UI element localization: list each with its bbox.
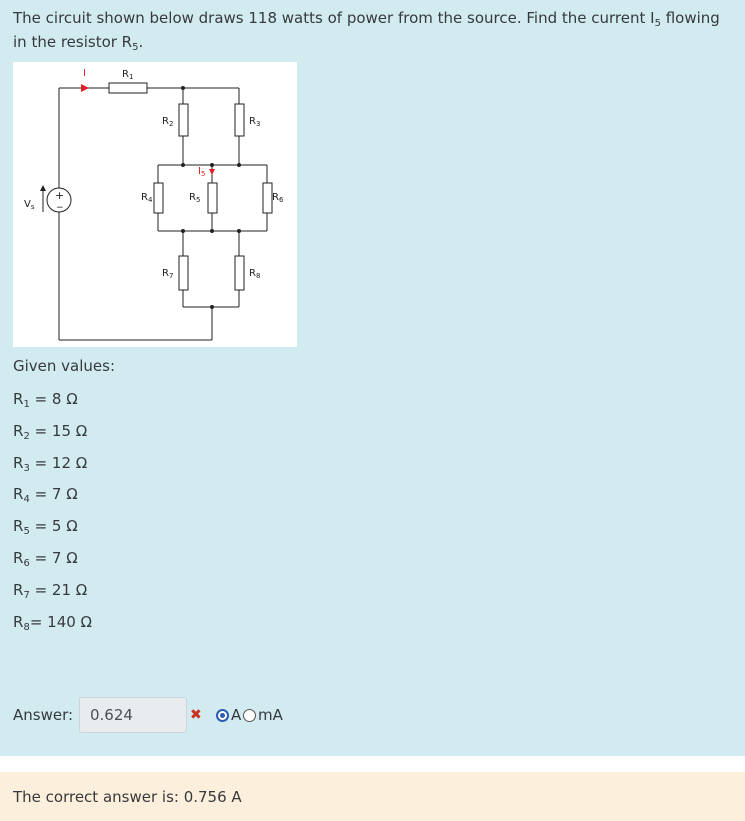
node — [181, 86, 185, 90]
given-value: R6 = 7 Ω — [13, 549, 78, 569]
node — [181, 229, 185, 233]
question-text: The circuit shown below draws 118 watts … — [13, 6, 735, 54]
correct-answer-text: The correct answer is: 0.756 A — [13, 788, 242, 806]
given-value-symbol: R — [13, 580, 24, 599]
unit-label: A — [231, 706, 242, 724]
source-minus: − — [56, 203, 64, 213]
given-value-symbol: R — [13, 485, 24, 504]
r6-label: R6 — [272, 192, 284, 204]
given-value: R8= 140 Ω — [13, 612, 93, 633]
r7-label: R7 — [162, 268, 173, 280]
r3-label: R3 — [249, 116, 260, 128]
r4-label: R4 — [141, 192, 153, 204]
given-value: R3 = 12 Ω — [13, 453, 88, 474]
resistor-r2 — [178, 103, 189, 137]
resistor-r7 — [178, 255, 189, 291]
given-value-text: = 5 Ω — [29, 517, 78, 536]
question-panel: The circuit shown below draws 118 watts … — [0, 0, 745, 756]
resistor-r4 — [153, 182, 164, 214]
given-value: R5 = 5 Ω — [13, 517, 78, 537]
given-value-text: = 7 Ω — [29, 485, 78, 504]
vs-arrow-head — [40, 185, 46, 191]
given-value: R2 = 15 Ω — [13, 421, 88, 442]
given-value-text: = 15 Ω — [29, 421, 88, 440]
unit-radio-ma[interactable]: mA — [243, 706, 283, 724]
answer-label: Answer: — [13, 706, 74, 724]
resistor-r6 — [262, 182, 273, 214]
circuit-svg: I R1 R2 R3 R4 R5 R6 R7 R8 I5 Vs + − — [24, 68, 284, 341]
r8-label: R8 — [249, 268, 260, 280]
radio-unselected-icon[interactable] — [243, 708, 256, 722]
r5-label: R5 — [189, 192, 200, 204]
resistor-r8 — [234, 255, 245, 291]
question-text-part: The circuit shown below draws 118 watts … — [13, 9, 655, 27]
node — [210, 305, 214, 309]
node — [210, 229, 214, 233]
given-value-symbol: R — [13, 390, 24, 408]
node — [237, 229, 241, 233]
given-value-text: = 12 Ω — [29, 453, 88, 472]
unit-radio-a[interactable]: A — [216, 706, 241, 724]
given-values-title: Given values: — [13, 357, 116, 375]
given-value-text: = 8 Ω — [29, 390, 78, 408]
question-text-part: . — [138, 33, 144, 51]
r1-label: R1 — [122, 69, 133, 81]
given-value-symbol: R — [13, 421, 24, 440]
node — [210, 163, 214, 167]
given-value: R7 = 21 Ω — [13, 580, 88, 601]
given-value-symbol: R — [13, 453, 24, 472]
current-i-label: I — [83, 68, 86, 79]
feedback-panel: The correct answer is: 0.756 A — [0, 772, 745, 821]
resistor-r1 — [108, 82, 148, 94]
node — [237, 163, 241, 167]
given-value-symbol: R — [13, 612, 24, 631]
given-value-text: = 7 Ω — [29, 549, 78, 567]
resistor-r5 — [207, 182, 218, 214]
vs-label: Vs — [24, 199, 35, 211]
i5-label: I5 — [198, 166, 205, 178]
given-value: R4 = 7 Ω — [13, 485, 78, 505]
node — [181, 163, 185, 167]
given-value-symbol: R — [13, 549, 24, 567]
given-value-text: = 21 Ω — [29, 580, 88, 599]
incorrect-icon: ✖ — [190, 707, 202, 723]
unit-label: mA — [258, 706, 283, 724]
circuit-diagram: I R1 R2 R3 R4 R5 R6 R7 R8 I5 Vs + − — [13, 62, 297, 347]
resistor-r3 — [234, 103, 245, 137]
source-plus: + — [55, 189, 64, 202]
current-i-arrow — [81, 84, 89, 92]
r2-label: R2 — [162, 116, 173, 128]
current-i5-arrow — [209, 169, 215, 175]
radio-selected-icon[interactable] — [216, 708, 229, 722]
given-value-text: = 140 Ω — [29, 612, 93, 631]
answer-input[interactable] — [79, 697, 187, 733]
given-value-symbol: R — [13, 517, 24, 536]
given-value: R1 = 8 Ω — [13, 390, 78, 410]
